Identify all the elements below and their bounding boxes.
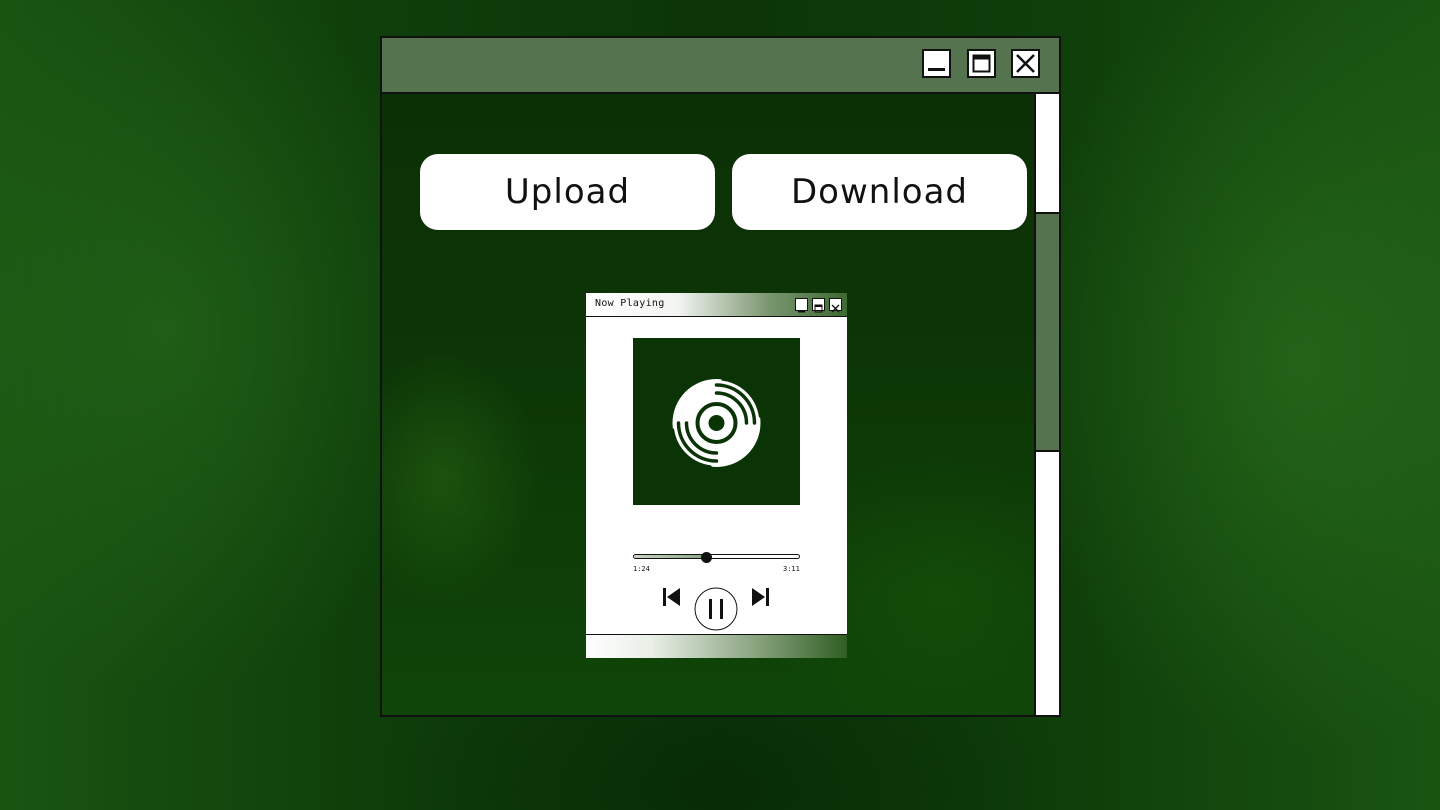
player-minimize-button[interactable]: [795, 298, 808, 313]
next-button[interactable]: [750, 586, 770, 612]
pause-icon: [694, 587, 738, 631]
player-maximize-button[interactable]: [812, 298, 825, 313]
player-title: Now Playing: [595, 298, 665, 309]
download-button[interactable]: Download: [732, 154, 1027, 230]
maximize-button[interactable]: [967, 49, 996, 78]
maximize-icon: [972, 54, 991, 73]
player-footer: [586, 634, 847, 658]
window-titlebar[interactable]: [382, 38, 1059, 94]
progress-fill: [634, 555, 707, 558]
maximize-icon: [814, 304, 823, 313]
vinyl-record-icon: [670, 377, 763, 469]
main-window: Upload Download Now Playing 1:24 3:11: [380, 36, 1061, 717]
scrollbar-thumb[interactable]: [1034, 212, 1059, 452]
vertical-scrollbar[interactable]: [1034, 94, 1059, 715]
album-art: [633, 338, 800, 505]
close-icon: [831, 304, 840, 313]
skip-next-icon: [752, 588, 769, 606]
minimize-icon: [798, 311, 805, 313]
minimize-icon: [928, 68, 945, 71]
upload-button[interactable]: Upload: [420, 154, 715, 230]
player-close-button[interactable]: [829, 298, 842, 313]
progress-knob[interactable]: [700, 552, 712, 563]
close-button[interactable]: [1011, 49, 1040, 78]
player-titlebar[interactable]: Now Playing: [586, 293, 847, 317]
minimize-button[interactable]: [922, 49, 951, 78]
elapsed-time: 1:24: [633, 565, 650, 573]
music-player-window: Now Playing 1:24 3:11: [586, 293, 847, 658]
close-icon: [1016, 54, 1035, 73]
previous-button[interactable]: [662, 586, 682, 612]
total-duration: 3:11: [783, 565, 800, 573]
progress-track[interactable]: [633, 554, 800, 559]
skip-previous-icon: [663, 588, 680, 606]
